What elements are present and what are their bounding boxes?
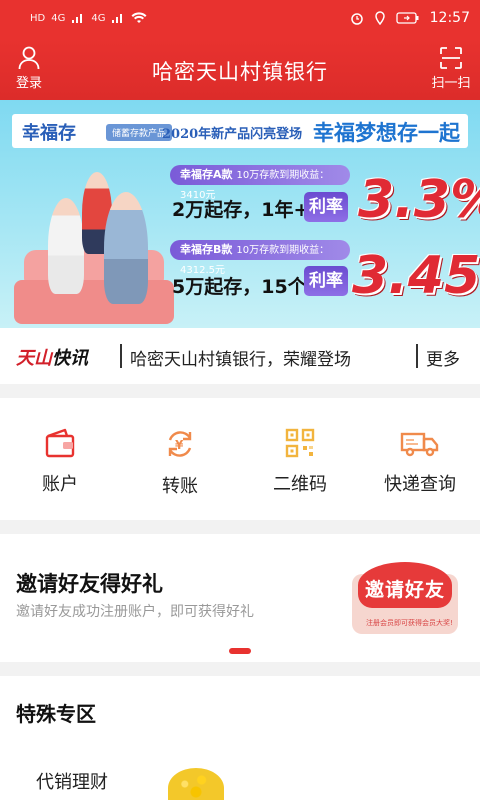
clock: 12:57: [429, 10, 470, 26]
wifi-icon: [131, 12, 147, 23]
product-a-name: 幸福存A款: [180, 168, 233, 181]
qrcode-icon: [285, 428, 315, 458]
product-b-rate-tag: 利率: [304, 266, 348, 296]
truck-icon: [400, 432, 439, 457]
quick-action-qrcode[interactable]: 二维码: [240, 428, 360, 496]
news-divider-2: [416, 344, 418, 368]
scan-button[interactable]: 扫一扫: [428, 46, 474, 91]
invite-title: 邀请好友得好礼: [16, 572, 163, 596]
product-b-name: 幸福存B款: [180, 243, 233, 256]
sofa-illustration: [14, 280, 174, 324]
news-more-link[interactable]: 更多: [426, 345, 460, 370]
status-right: 12:57: [350, 10, 470, 26]
quick-actions: 账户 ¥ 转账 二维码 快递查询: [0, 398, 480, 520]
quick-action-account[interactable]: 账户: [0, 428, 120, 496]
quick-action-transfer[interactable]: ¥ 转账: [120, 428, 240, 498]
invite-badge-small: 注册会员即可获得会员大奖!: [366, 619, 453, 627]
status-bar: HD 4G 4G 12:57: [0, 0, 480, 38]
banner-top-strip: 幸福存 储蓄存款产品 2020年新产品闪亮登场 幸福梦想存一起: [12, 114, 468, 148]
news-logo: 天山快讯: [16, 344, 88, 370]
alarm-icon: [350, 13, 363, 25]
page-title: 哈密天山村镇银行: [152, 60, 328, 84]
signal-icon-2: [112, 14, 123, 23]
app-header: 登录 哈密天山村镇银行 扫一扫: [0, 38, 480, 100]
scan-icon: [440, 47, 462, 69]
signal-4g-2: 4G: [91, 12, 106, 24]
signal-4g-1: 4G: [51, 12, 66, 24]
wallet-icon: [45, 428, 75, 458]
product-a-rate-tag: 利率: [304, 192, 348, 222]
invite-badge-illustration: 邀请好友 注册会员即可获得会员大奖!: [352, 554, 458, 638]
transfer-icon: ¥: [168, 431, 192, 457]
news-logo-b: 快讯: [52, 348, 88, 369]
svg-text:¥: ¥: [175, 438, 184, 452]
family-illustration-mother: [48, 198, 84, 294]
signal-icon: [72, 14, 83, 23]
quick-action-label: 转账: [162, 476, 198, 497]
special-zone: 特殊专区 代销理财: [0, 676, 480, 800]
banner-brand: 幸福存: [22, 123, 76, 144]
status-indicators: HD 4G 4G: [30, 12, 147, 24]
product-b-pill: 幸福存B款 10万存款到期收益：4312.5元: [170, 240, 350, 276]
banner-new-text: 2020年新产品闪亮登场: [162, 127, 303, 142]
invite-card[interactable]: 邀请好友得好礼 邀请好友成功注册账户，即可获得好礼 邀请好友 注册会员即可获得会…: [0, 534, 480, 662]
scan-label: 扫一扫: [431, 76, 471, 91]
battery-icon: [395, 12, 419, 24]
product-a-pill: 幸福存A款 10万存款到期收益：3410元: [170, 165, 350, 201]
quick-action-label: 二维码: [273, 474, 327, 495]
invite-subtitle: 邀请好友成功注册账户，即可获得好礼: [16, 604, 254, 620]
carousel-indicator: [229, 648, 251, 654]
news-ticker[interactable]: 天山快讯 哈密天山村镇银行，荣耀登场 更多: [0, 328, 480, 384]
banner-slogan: 幸福梦想存一起: [313, 121, 460, 145]
product-a-rate: 3.3%: [358, 170, 480, 230]
location-icon: [374, 11, 385, 25]
product-b-terms: 5万起存，15个月: [172, 276, 326, 298]
news-logo-a: 天山: [16, 348, 52, 369]
special-title: 特殊专区: [16, 702, 96, 726]
quick-action-label: 账户: [42, 474, 78, 495]
news-divider: [120, 344, 122, 368]
family-illustration-father: [104, 192, 148, 304]
quick-action-express[interactable]: 快递查询: [360, 428, 480, 496]
promo-banner[interactable]: 幸福存 储蓄存款产品 2020年新产品闪亮登场 幸福梦想存一起 幸福存A款 10万…: [0, 100, 480, 328]
gold-coins-image: [168, 768, 224, 800]
product-b-rate: 3.45%: [352, 246, 480, 306]
invite-badge-text: 邀请好友: [358, 562, 452, 608]
hd-indicator: HD: [30, 12, 46, 24]
news-headline[interactable]: 哈密天山村镇银行，荣耀登场: [130, 345, 351, 370]
special-item-wealth[interactable]: 代销理财: [36, 768, 108, 794]
quick-action-label: 快递查询: [384, 474, 456, 495]
